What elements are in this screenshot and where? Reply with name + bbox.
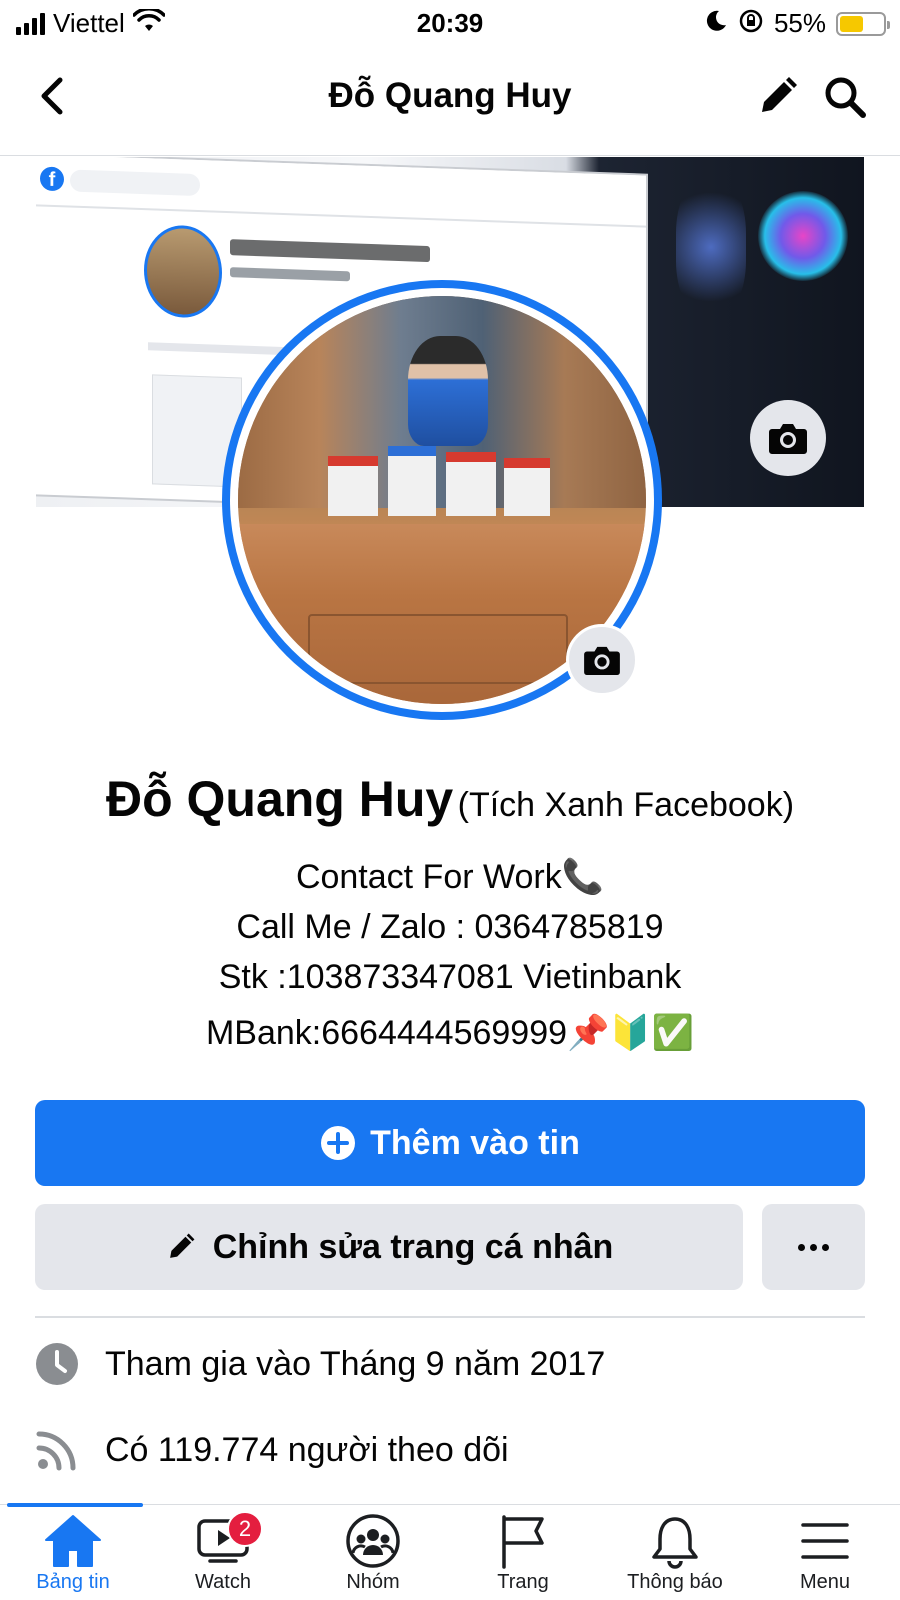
- bottom-tab-bar: Bảng tin 2 Watch Nhóm Trang Thông báo Me…: [0, 1503, 900, 1600]
- tab-notifications[interactable]: Thông báo: [600, 1513, 750, 1594]
- cover-fb-search: [70, 169, 200, 197]
- tab-groups[interactable]: Nhóm: [298, 1513, 448, 1594]
- cover-mini-name: [230, 239, 430, 263]
- followers-row[interactable]: Có 119.774 người theo dõi: [35, 1428, 509, 1472]
- groups-icon: [341, 1513, 405, 1569]
- bio-line: MBank:6664444569999📌🔰✅: [205, 1014, 695, 1052]
- notification-badge: 2: [227, 1511, 263, 1547]
- cover-camera-button[interactable]: [750, 400, 826, 476]
- battery-percent: 55%: [773, 8, 826, 38]
- profile-name-main: Đỗ Quang Huy: [105, 771, 454, 827]
- cover-mini-avatar: [144, 224, 222, 319]
- rss-icon: [35, 1428, 79, 1472]
- cover-mini-line: [230, 267, 350, 282]
- chevron-left-icon[interactable]: [28, 70, 78, 122]
- followers-text: Có 119.774 người theo dõi: [105, 1430, 509, 1469]
- status-right: 55%: [704, 8, 890, 39]
- bell-icon: [643, 1513, 707, 1569]
- orientation-lock-icon: [738, 8, 764, 39]
- profile-name: Đỗ Quang Huy (Tích Xanh Facebook): [0, 770, 900, 828]
- photo-person: [408, 336, 488, 446]
- profile-bio: Contact For Work📞 Call Me / Zalo : 03647…: [0, 852, 900, 1058]
- profile-name-alternate: (Tích Xanh Facebook): [457, 786, 795, 824]
- add-to-story-button[interactable]: Thêm vào tin: [35, 1100, 865, 1186]
- watch-video-icon: 2: [191, 1511, 263, 1569]
- profile-header: Đỗ Quang Huy: [0, 46, 900, 156]
- more-dot: [798, 1243, 805, 1251]
- plus-circle-icon: [321, 1126, 356, 1160]
- active-tab-indicator: [7, 1503, 143, 1507]
- clock-icon: [35, 1342, 79, 1386]
- photo-box: [328, 456, 378, 516]
- home-icon: [41, 1513, 105, 1569]
- page-title: Đỗ Quang Huy: [328, 76, 572, 115]
- tab-watch[interactable]: 2 Watch: [148, 1511, 298, 1594]
- photo-boxes: [328, 436, 550, 516]
- tab-label: Menu: [799, 1571, 851, 1593]
- camera-icon: [769, 424, 807, 454]
- photo-drawer: [308, 614, 568, 685]
- tab-label: Trang: [497, 1571, 549, 1593]
- photo-box: [504, 458, 550, 516]
- joined-text: Tham gia vào Tháng 9 năm 2017: [105, 1344, 606, 1383]
- battery-icon: [836, 11, 890, 36]
- tab-label: Nhóm: [346, 1571, 400, 1593]
- camera-icon: [584, 646, 620, 676]
- more-options-button[interactable]: [762, 1204, 865, 1290]
- bio-line: Stk :103873347081 Vietinbank: [218, 958, 682, 996]
- tab-label: Bảng tin: [36, 1571, 110, 1593]
- joined-row: Tham gia vào Tháng 9 năm 2017: [35, 1342, 605, 1386]
- status-bar: Viettel 20:39 55%: [0, 0, 900, 46]
- moon-icon: [704, 9, 728, 38]
- bio-line: Contact For Work📞: [295, 858, 605, 896]
- photo-box: [446, 452, 496, 516]
- flag-icon: [491, 1513, 555, 1569]
- more-dot: [822, 1243, 829, 1251]
- tab-menu[interactable]: Menu: [750, 1513, 900, 1594]
- add-to-story-label: Thêm vào tin: [370, 1123, 580, 1162]
- edit-profile-label: Chỉnh sửa trang cá nhân: [212, 1227, 614, 1266]
- cover-light: [676, 177, 746, 317]
- section-divider: [35, 1316, 865, 1318]
- facebook-logo-icon: f: [40, 166, 64, 192]
- pencil-icon[interactable]: [752, 72, 802, 122]
- hamburger-menu-icon: [793, 1513, 857, 1569]
- tab-news-feed[interactable]: Bảng tin: [0, 1513, 148, 1594]
- search-icon[interactable]: [820, 72, 870, 122]
- bio-line: Call Me / Zalo : 0364785819: [236, 908, 664, 946]
- tab-label: Thông báo: [627, 1571, 723, 1593]
- photo-box: [388, 446, 436, 516]
- tab-label: Watch: [195, 1571, 251, 1593]
- cover-fb-bar: f: [36, 157, 646, 228]
- cover-neon-fan: [758, 191, 848, 281]
- tab-pages[interactable]: Trang: [448, 1513, 598, 1594]
- edit-profile-button[interactable]: Chỉnh sửa trang cá nhân: [35, 1204, 743, 1290]
- pencil-icon: [169, 1233, 195, 1258]
- battery-level: [840, 15, 864, 32]
- more-dot: [810, 1243, 817, 1251]
- profile-camera-button[interactable]: [566, 624, 638, 696]
